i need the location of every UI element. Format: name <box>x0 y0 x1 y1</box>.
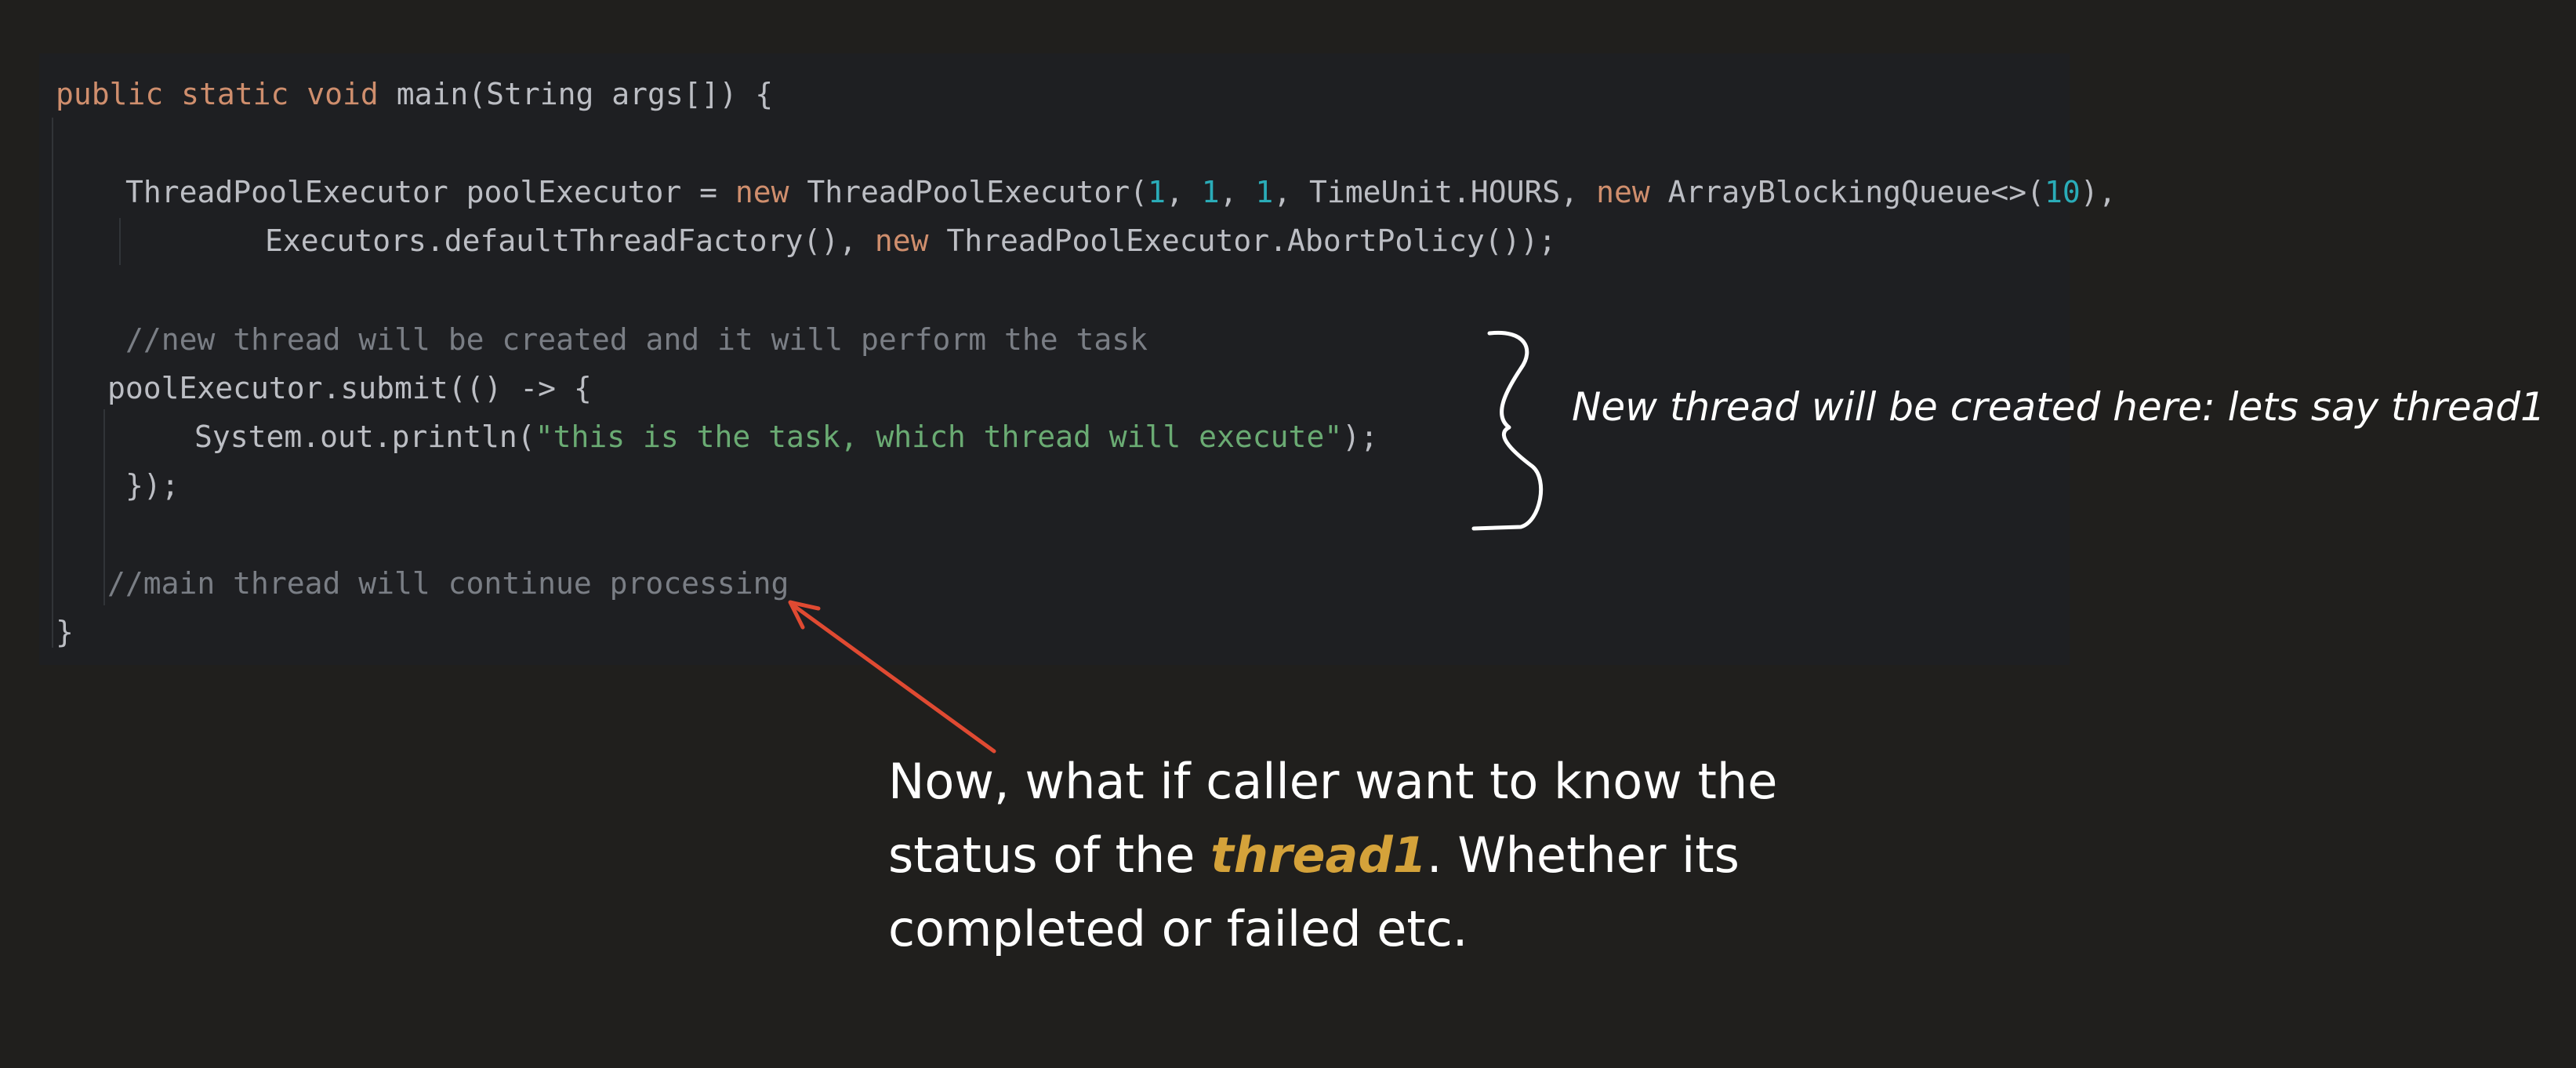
red-arrow-icon <box>788 600 996 754</box>
slide: public static void main(String args[]) {… <box>0 0 2576 1068</box>
side-note: New thread will be created here: lets sa… <box>1572 384 2545 430</box>
highlighted-term: thread1 <box>1210 826 1427 884</box>
question-text: Now, what if caller want to know the sta… <box>888 745 1829 966</box>
curly-brace-icon <box>1471 330 1544 531</box>
